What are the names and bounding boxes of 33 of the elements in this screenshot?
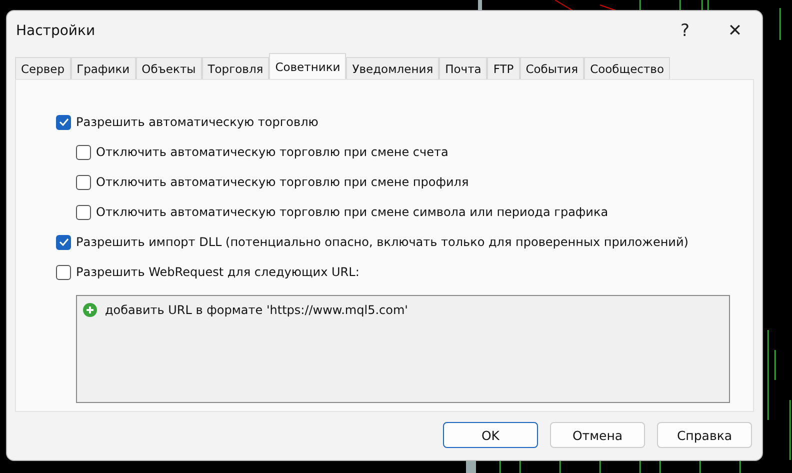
checkbox[interactable] — [76, 174, 91, 190]
tab[interactable]: Графики — [70, 57, 136, 79]
url-list[interactable]: добавить URL в формате 'https://www.mql5.com' — [76, 295, 730, 403]
checkbox[interactable] — [56, 264, 71, 280]
tab[interactable]: FTP — [487, 57, 520, 79]
tab[interactable]: Почта — [439, 57, 488, 79]
check-icon — [58, 118, 68, 126]
tab[interactable]: Сообщество — [584, 57, 670, 79]
tab[interactable]: Сервер — [15, 57, 71, 79]
ok-button[interactable]: OK — [443, 422, 538, 448]
window-title: Настройки — [16, 23, 96, 39]
checkbox[interactable] — [76, 144, 91, 160]
url-list-item[interactable]: добавить URL в формате 'https://www.mql5.com' — [105, 303, 408, 317]
dialog-button[interactable]: Отмена — [550, 422, 645, 448]
checkbox[interactable] — [76, 204, 91, 220]
tab[interactable]: Советники — [269, 53, 346, 79]
help-button[interactable]: ? — [662, 11, 708, 51]
option-label: Отключить автоматическую торговлю при смене профиля — [96, 175, 469, 189]
checkbox[interactable] — [56, 234, 71, 250]
option-label: Разрешить импорт DLL (потенциально опасно, включать только для проверенных приложений) — [76, 235, 688, 249]
option-label: Отключить автоматическую торговлю при смене символа или периода графика — [96, 205, 608, 219]
option-label: Разрешить автоматическую торговлю — [76, 115, 318, 129]
dialog-button[interactable]: Справка — [657, 422, 752, 448]
option-label: Отключить автоматическую торговлю при смене счета — [96, 145, 448, 159]
tab[interactable]: Торговля — [202, 57, 270, 79]
add-icon — [83, 303, 97, 317]
close-button[interactable]: ✕ — [712, 11, 758, 51]
tab[interactable]: Объекты — [136, 57, 202, 79]
tab[interactable]: События — [520, 57, 584, 79]
checkbox[interactable] — [56, 114, 71, 130]
check-icon — [58, 238, 68, 246]
tab[interactable]: Уведомления — [346, 57, 440, 79]
option-label: Разрешить WebRequest для следующих URL: — [76, 265, 360, 279]
